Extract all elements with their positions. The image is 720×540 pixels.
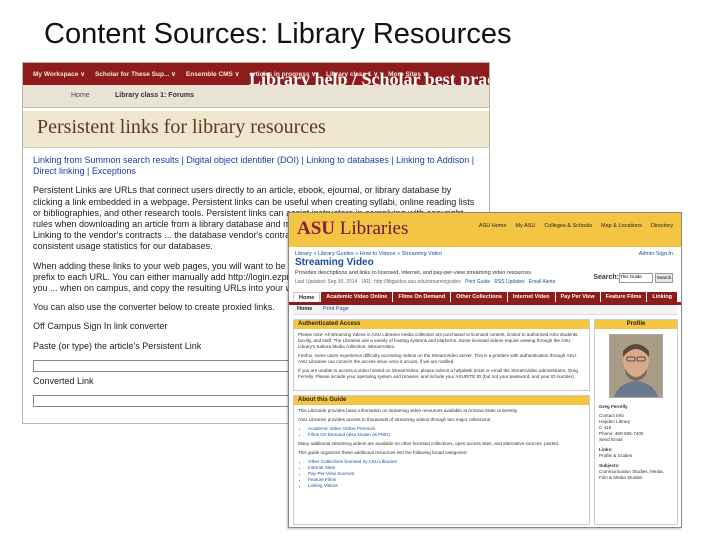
nav-colleges[interactable]: Colleges & Schools bbox=[544, 223, 592, 229]
persistent-link-input[interactable] bbox=[33, 359, 305, 372]
asu-libraries-screenshot: ASU Libraries ASU Home My ASU Colleges &… bbox=[288, 212, 682, 528]
nav-my-workspace[interactable]: My Workspace ∨ bbox=[33, 70, 85, 78]
search-scope-select[interactable]: This Guide bbox=[619, 273, 653, 283]
auth-paragraph-1: Please note: All streaming videos in ASU… bbox=[298, 332, 579, 349]
scholar-top-nav: My Workspace ∨ Scholar for These Sup... … bbox=[23, 63, 489, 89]
profile-photo bbox=[609, 334, 663, 398]
tab-feature-films[interactable]: Feature Films bbox=[600, 292, 647, 302]
auth-paragraph-2: Firefox, some users experience difficult… bbox=[298, 353, 578, 364]
tab-linking[interactable]: Linking bbox=[647, 292, 677, 302]
profile-guides-link[interactable]: Profile & Guides bbox=[599, 453, 673, 459]
asu-top-nav: ASU Home My ASU Colleges & Schools Map &… bbox=[479, 223, 673, 229]
rss-updates-link[interactable]: RSS Updates bbox=[494, 279, 524, 285]
section-links-text[interactable]: Linking from Summon search results | Dig… bbox=[33, 155, 474, 176]
converted-link-output[interactable] bbox=[33, 395, 305, 408]
tab-internet-video[interactable]: Internet Video bbox=[507, 292, 555, 302]
collections-list: Academic Video Online Premium Films On D… bbox=[308, 426, 585, 438]
about-paragraph-2: ASU Libraries provides access to thousan… bbox=[298, 417, 492, 422]
subbar-home: Home bbox=[297, 306, 313, 312]
nav-ensemble-cms[interactable]: Ensemble CMS ∨ bbox=[186, 70, 240, 78]
about-paragraph-1: This LibGuide provides basic information… bbox=[298, 408, 519, 413]
page-heading-bar: Persistent links for library resources bbox=[23, 111, 489, 148]
guide-description: Provides descriptions and links to licen… bbox=[295, 270, 532, 276]
nav-map[interactable]: Map & Locations bbox=[601, 223, 642, 229]
slide-title: Content Sources: Library Resources bbox=[44, 18, 512, 50]
nav-asu-home[interactable]: ASU Home bbox=[479, 223, 507, 229]
list-item[interactable]: Linking Videos bbox=[308, 483, 585, 489]
print-guide-link[interactable]: Print Guide bbox=[465, 279, 490, 285]
guide-meta: Last Updated: Sep 30, 2014 URL: http://l… bbox=[295, 279, 555, 285]
tab-films-on-demand[interactable]: Films On Demand bbox=[393, 292, 451, 302]
section-links: Linking from Summon search results | Dig… bbox=[33, 155, 483, 177]
profile-name: Greg Ferrelly bbox=[599, 404, 628, 409]
authenticated-access-title: Authenticated Access bbox=[294, 320, 589, 329]
admin-signin-link[interactable]: Admin Sign In bbox=[639, 251, 673, 257]
about-guide-box: About this Guide This LibGuide provides … bbox=[293, 395, 590, 525]
asu-logo[interactable]: ASU Libraries bbox=[297, 218, 408, 240]
search-label: Search: bbox=[593, 274, 619, 281]
nav-scholar-for-these[interactable]: Scholar for These Sup... ∨ bbox=[95, 70, 176, 78]
tab-home[interactable]: Home bbox=[293, 292, 321, 302]
send-email-link[interactable]: Send Email bbox=[599, 437, 673, 443]
list-item[interactable]: Films On Demand (also known as FMG) bbox=[308, 432, 585, 438]
asu-header: ASU Libraries ASU Home My ASU Colleges &… bbox=[289, 213, 681, 247]
guide-url: URL: http://libguides.asu.edu/streamingv… bbox=[361, 279, 461, 285]
profile-box: Profile Greg Ferrelly Contact Info Hayde… bbox=[594, 319, 678, 525]
categories-list: Other Collections licensed by ASU Librar… bbox=[308, 459, 585, 489]
breadcrumb: Home Library class 1: Forums bbox=[23, 85, 489, 108]
page-subbar: Home Print Page bbox=[293, 305, 677, 315]
nav-directory[interactable]: Directory bbox=[651, 223, 673, 229]
auth-paragraph-3: If you are unable to access a video host… bbox=[298, 368, 578, 379]
guide-tabs: Home Academic Video Online Films On Dema… bbox=[293, 292, 677, 302]
asu-logo-mark: ASU bbox=[297, 218, 336, 239]
asu-logo-text: Libraries bbox=[339, 218, 409, 239]
breadcrumb-current: Library class 1: Forums bbox=[115, 92, 194, 99]
about-paragraph-4: This guide organizes these additional re… bbox=[298, 450, 468, 455]
print-page-link[interactable]: Print Page bbox=[323, 306, 349, 312]
tab-academic-video-online[interactable]: Academic Video Online bbox=[321, 292, 393, 302]
subjects-links[interactable]: Communication Studies, Media, Film & Med… bbox=[599, 469, 673, 481]
guide-title: Streaming Video bbox=[295, 257, 374, 268]
profile-photo-image bbox=[610, 335, 662, 397]
nav-my-asu[interactable]: My ASU bbox=[515, 223, 535, 229]
about-guide-title: About this Guide bbox=[294, 396, 589, 405]
search-button[interactable]: Search bbox=[655, 273, 673, 283]
profile-title: Profile bbox=[595, 320, 677, 329]
authenticated-access-box: Authenticated Access Please note: All st… bbox=[293, 319, 590, 391]
last-updated: Last Updated: Sep 30, 2014 bbox=[295, 279, 358, 285]
email-alerts-link[interactable]: Email Alerts bbox=[529, 279, 555, 285]
page-title: Persistent links for library resources bbox=[37, 116, 326, 138]
tab-other-collections[interactable]: Other Collections bbox=[451, 292, 507, 302]
tab-pay-per-view[interactable]: Pay Per View bbox=[555, 292, 600, 302]
about-paragraph-3: Many additional streaming videos are ava… bbox=[298, 441, 560, 446]
breadcrumb-home[interactable]: Home bbox=[71, 92, 90, 99]
